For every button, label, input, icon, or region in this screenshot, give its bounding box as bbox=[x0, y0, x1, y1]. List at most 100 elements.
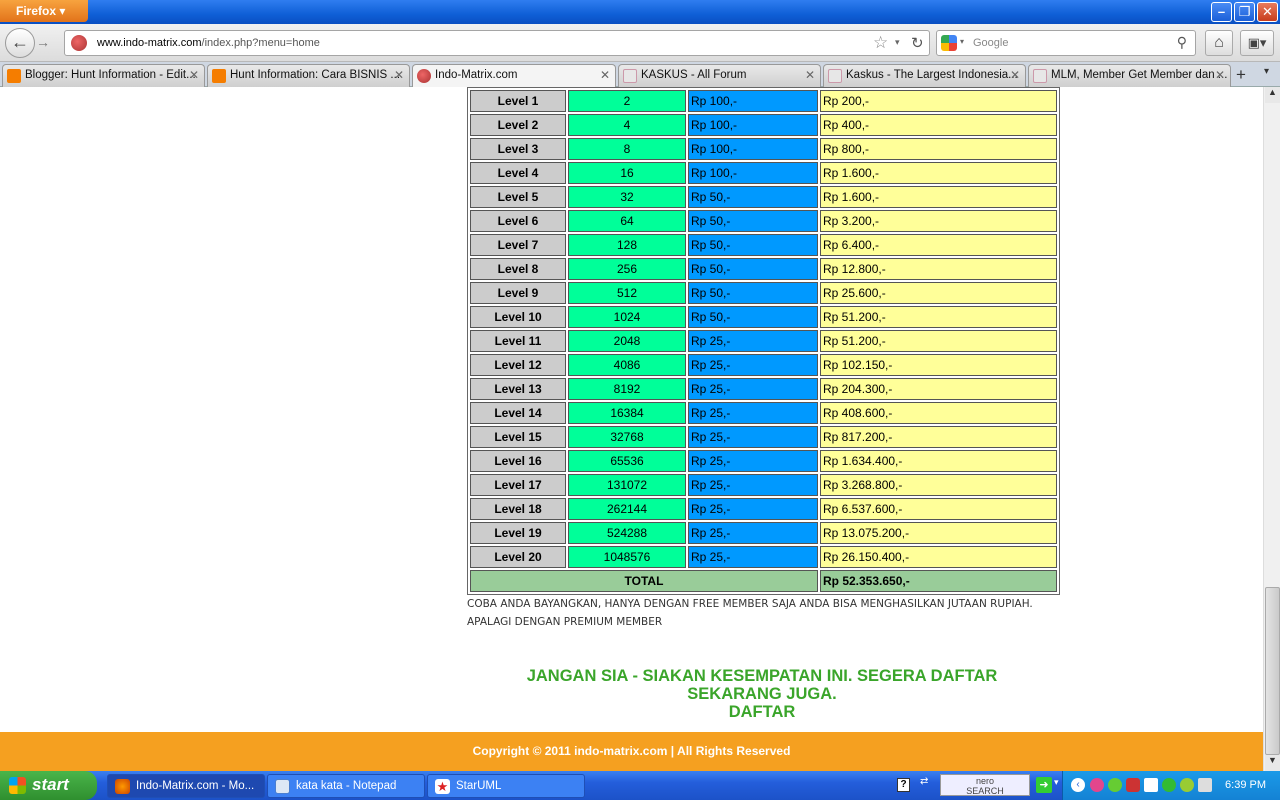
members-cell: 16384 bbox=[568, 402, 686, 424]
language-bar-icon[interactable]: ⇄ bbox=[920, 776, 928, 787]
page-footer: Copyright © 2011 indo-matrix.com | All R… bbox=[0, 732, 1263, 771]
table-row: Level 18 262144 Rp 25,- Rp 6.537.600,- bbox=[470, 498, 1057, 520]
url-text[interactable]: www.indo-matrix.com/index.php?menu=home bbox=[97, 37, 320, 49]
bonus-cell: Rp 50,- bbox=[688, 306, 818, 328]
tray-update-icon[interactable] bbox=[1162, 778, 1176, 792]
tab-mlm[interactable]: MLM, Member Get Member dan ... ✕ bbox=[1028, 64, 1231, 87]
total-cell: Rp 6.400,- bbox=[820, 234, 1057, 256]
close-tab-icon[interactable]: ✕ bbox=[394, 65, 404, 86]
back-button[interactable]: ← bbox=[5, 28, 35, 58]
taskbar-item-label: StarUML bbox=[456, 780, 502, 792]
page-content: Level 1 2 Rp 100,- Rp 200,- Level 2 4 Rp 100,-… bbox=[0, 87, 1263, 732]
restore-button[interactable]: ❐ bbox=[1234, 2, 1255, 22]
firefox-menu-button[interactable]: Firefox ▾ bbox=[0, 0, 88, 22]
members-cell: 262144 bbox=[568, 498, 686, 520]
forward-button[interactable]: → bbox=[36, 34, 50, 50]
promo-note: COBA ANDA BAYANGKAN, HANYA DENGAN FREE M… bbox=[467, 595, 1067, 631]
total-cell: Rp 26.150.400,- bbox=[820, 546, 1057, 568]
tab-bar: Blogger: Hunt Information - Edit... ✕ Hu… bbox=[0, 62, 1280, 88]
tab-label: KASKUS - All Forum bbox=[641, 69, 747, 81]
history-dropdown-icon[interactable]: ▾ bbox=[895, 37, 900, 48]
table-row: Level 17 131072 Rp 25,- Rp 3.268.800,- bbox=[470, 474, 1057, 496]
level-cell: Level 15 bbox=[470, 426, 566, 448]
nero-dropdown-icon[interactable]: ▾ bbox=[1054, 777, 1059, 788]
total-cell: Rp 204.300,- bbox=[820, 378, 1057, 400]
tab-indo-matrix[interactable]: Indo-Matrix.com ✕ bbox=[412, 64, 616, 88]
members-cell: 512 bbox=[568, 282, 686, 304]
tray-display-icon[interactable] bbox=[1198, 778, 1212, 792]
home-button[interactable]: ⌂ bbox=[1205, 30, 1233, 56]
close-tab-icon[interactable]: ✕ bbox=[600, 65, 610, 86]
bookmark-star-icon[interactable]: ☆ bbox=[873, 33, 888, 53]
members-cell: 128 bbox=[568, 234, 686, 256]
taskbar-item-notepad[interactable]: kata kata - Notepad bbox=[267, 774, 425, 798]
reload-icon[interactable]: ↻ bbox=[911, 34, 924, 52]
members-cell: 8192 bbox=[568, 378, 686, 400]
taskbar-item-label: Indo-Matrix.com - Mo... bbox=[136, 780, 255, 792]
scroll-up-arrow-icon[interactable]: ▲ bbox=[1265, 87, 1280, 103]
copyright-text: Copyright © 2011 indo-matrix.com | All R… bbox=[472, 744, 791, 758]
close-tab-icon[interactable]: ✕ bbox=[805, 65, 815, 86]
kaskus-icon bbox=[623, 69, 637, 83]
bonus-cell: Rp 50,- bbox=[688, 258, 818, 280]
search-bar[interactable]: ▾ Google ⚲ bbox=[936, 30, 1196, 56]
members-cell: 65536 bbox=[568, 450, 686, 472]
tray-app-icon[interactable] bbox=[1090, 778, 1104, 792]
engine-dropdown-icon[interactable]: ▾ bbox=[960, 37, 964, 46]
table-row: Level 3 8 Rp 100,- Rp 800,- bbox=[470, 138, 1057, 160]
tray-expand-icon[interactable]: ‹ bbox=[1071, 778, 1085, 792]
list-all-tabs-button[interactable]: ▾ bbox=[1264, 66, 1269, 77]
total-cell: Rp 817.200,- bbox=[820, 426, 1057, 448]
level-cell: Level 3 bbox=[470, 138, 566, 160]
nero-search-box[interactable]: nero SEARCH bbox=[940, 774, 1030, 796]
google-engine-icon[interactable] bbox=[941, 35, 957, 51]
nero-go-icon[interactable]: ➜ bbox=[1036, 777, 1052, 793]
tray-shield-icon[interactable] bbox=[1180, 778, 1194, 792]
new-tab-button[interactable]: + bbox=[1236, 65, 1246, 85]
tab-hunt-information[interactable]: Hunt Information: Cara BISNIS ... ✕ bbox=[207, 64, 410, 87]
tab-kaskus-largest[interactable]: Kaskus - The Largest Indonesia... ✕ bbox=[823, 64, 1026, 87]
tab-blogger-edit[interactable]: Blogger: Hunt Information - Edit... ✕ bbox=[2, 64, 205, 87]
start-button[interactable]: start bbox=[0, 771, 97, 800]
help-icon[interactable]: ? bbox=[897, 778, 910, 792]
windows-logo-icon bbox=[9, 777, 26, 794]
register-link[interactable]: DAFTAR bbox=[462, 703, 1062, 721]
close-tab-icon[interactable]: ✕ bbox=[189, 65, 199, 86]
taskbar-item-staruml[interactable]: ★ StarUML bbox=[427, 774, 585, 798]
members-cell: 1048576 bbox=[568, 546, 686, 568]
site-identity-icon[interactable] bbox=[71, 35, 87, 51]
total-cell: Rp 1.600,- bbox=[820, 162, 1057, 184]
tab-label: Kaskus - The Largest Indonesia... bbox=[846, 69, 1018, 81]
table-row: Level 16 65536 Rp 25,- Rp 1.634.400,- bbox=[470, 450, 1057, 472]
minimize-button[interactable]: – bbox=[1211, 2, 1232, 22]
close-tab-icon[interactable]: ✕ bbox=[1215, 65, 1225, 86]
level-cell: Level 7 bbox=[470, 234, 566, 256]
total-cell: Rp 12.800,- bbox=[820, 258, 1057, 280]
close-window-button[interactable]: ✕ bbox=[1257, 2, 1278, 22]
tray-antivirus-icon[interactable] bbox=[1126, 778, 1140, 792]
vertical-scrollbar[interactable]: ▲ ▼ bbox=[1263, 87, 1280, 771]
nero-label: nero bbox=[975, 776, 994, 786]
table-row: Level 10 1024 Rp 50,- Rp 51.200,- bbox=[470, 306, 1057, 328]
level-cell: Level 20 bbox=[470, 546, 566, 568]
close-tab-icon[interactable]: ✕ bbox=[1010, 65, 1020, 86]
level-cell: Level 14 bbox=[470, 402, 566, 424]
level-cell: Level 10 bbox=[470, 306, 566, 328]
total-cell: Rp 800,- bbox=[820, 138, 1057, 160]
taskbar-item-firefox[interactable]: Indo-Matrix.com - Mo... bbox=[107, 774, 265, 798]
promo-note-line-1: COBA ANDA BAYANGKAN, HANYA DENGAN FREE M… bbox=[467, 598, 1033, 610]
tray-security-icon[interactable] bbox=[1144, 778, 1158, 792]
search-icon[interactable]: ⚲ bbox=[1177, 34, 1187, 51]
members-cell: 1024 bbox=[568, 306, 686, 328]
total-cell: Rp 3.268.800,- bbox=[820, 474, 1057, 496]
search-input[interactable]: Google bbox=[973, 37, 1008, 49]
tab-kaskus-all-forum[interactable]: KASKUS - All Forum ✕ bbox=[618, 64, 821, 87]
scrollbar-thumb[interactable] bbox=[1265, 587, 1280, 755]
tray-network-icon[interactable] bbox=[1108, 778, 1122, 792]
nero-search-label: SEARCH bbox=[966, 786, 1004, 796]
table-row: Level 13 8192 Rp 25,- Rp 204.300,- bbox=[470, 378, 1057, 400]
addon-bar-button[interactable]: ▣▾ bbox=[1240, 30, 1274, 56]
scroll-down-arrow-icon[interactable]: ▼ bbox=[1265, 755, 1280, 771]
url-bar[interactable]: www.indo-matrix.com/index.php?menu=home … bbox=[64, 30, 930, 56]
taskbar-item-label: kata kata - Notepad bbox=[296, 780, 397, 792]
